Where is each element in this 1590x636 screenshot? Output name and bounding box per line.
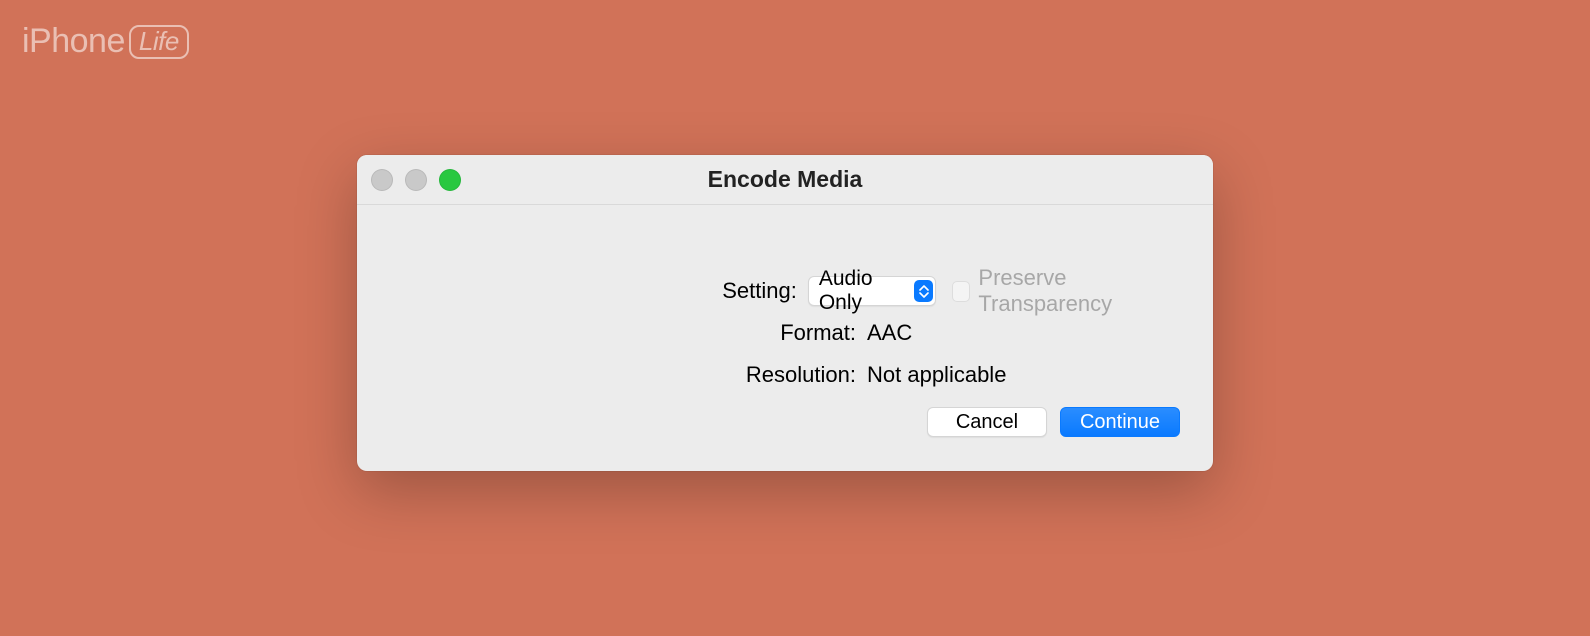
window-title: Encode Media xyxy=(357,166,1213,193)
setting-select[interactable]: Audio Only xyxy=(808,276,936,306)
resolution-value: Not applicable xyxy=(867,362,1006,388)
titlebar: Encode Media xyxy=(357,155,1213,205)
button-row: Cancel Continue xyxy=(927,407,1180,437)
setting-label: Setting: xyxy=(397,278,808,304)
cancel-button[interactable]: Cancel xyxy=(927,407,1047,437)
form-area: Setting: Audio Only Preserve Transparenc… xyxy=(357,205,1213,391)
setting-row: Setting: Audio Only Preserve Transparenc… xyxy=(397,275,1173,307)
watermark-badge: Life xyxy=(129,25,189,59)
watermark-logo: iPhone Life xyxy=(22,22,189,61)
continue-button[interactable]: Continue xyxy=(1060,407,1180,437)
watermark-prefix: iPhone xyxy=(22,22,125,61)
preserve-transparency-checkbox xyxy=(952,281,970,302)
format-label: Format: xyxy=(397,320,867,346)
resolution-row: Resolution: Not applicable xyxy=(397,359,1173,391)
setting-select-value: Audio Only xyxy=(819,267,915,315)
format-value: AAC xyxy=(867,320,912,346)
resolution-label: Resolution: xyxy=(397,362,867,388)
format-row: Format: AAC xyxy=(397,317,1173,349)
preserve-transparency-label: Preserve Transparency xyxy=(978,265,1173,317)
updown-arrows-icon xyxy=(914,280,933,302)
preserve-transparency-option: Preserve Transparency xyxy=(952,265,1173,317)
encode-media-dialog: Encode Media Setting: Audio Only Preserv… xyxy=(357,155,1213,471)
